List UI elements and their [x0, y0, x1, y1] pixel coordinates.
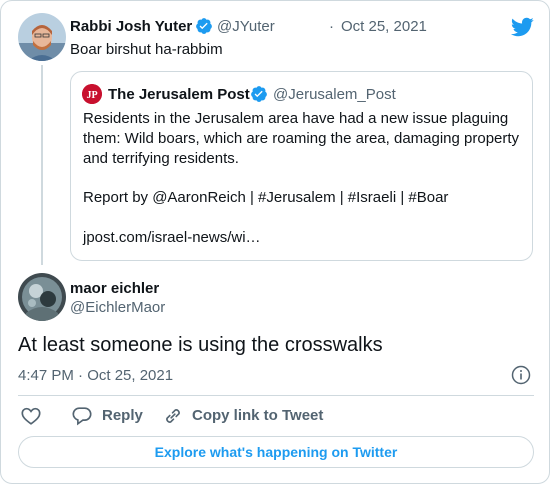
parent-date[interactable]: Oct 25, 2021: [341, 18, 427, 35]
quoted-author-name[interactable]: The Jerusalem Post: [108, 86, 250, 103]
avatar-maor-eichler[interactable]: [18, 273, 66, 321]
copy-link-button-label[interactable]: Copy link to Tweet: [192, 407, 323, 424]
main-author-name[interactable]: maor eichler: [70, 280, 159, 297]
quoted-text-line: them: Wild boars, which are roaming the …: [83, 130, 520, 147]
quoted-text-line: and terrifying residents.: [83, 150, 239, 167]
reply-button-label[interactable]: Reply: [102, 407, 143, 424]
quoted-text-line: Residents in the Jerusalem area have had…: [83, 110, 509, 127]
avatar-rabbi-josh-yuter[interactable]: [18, 13, 66, 61]
logo-letters: JP: [86, 90, 97, 101]
tweet-embed-card: Rabbi Josh Yuter @JYuter · Oct 25, 2021 …: [0, 0, 550, 484]
twitter-bird-icon[interactable]: [510, 15, 534, 39]
tweet-timestamp[interactable]: 4:47 PM · Oct 25, 2021: [18, 367, 173, 384]
jerusalem-post-logo-icon: JP: [82, 84, 102, 104]
quoted-report-line: Report by @AaronReich | #Jerusalem | #Is…: [83, 189, 449, 206]
main-tweet-text: At least someone is using the crosswalks: [18, 334, 383, 356]
info-icon[interactable]: [511, 365, 531, 385]
separator-dot: ·: [329, 18, 334, 35]
explore-twitter-button[interactable]: Explore what's happening on Twitter: [18, 436, 534, 468]
divider: [18, 395, 534, 396]
link-icon[interactable]: [162, 405, 184, 427]
quoted-tweet-text: Residents in the Jerusalem area have had…: [83, 109, 525, 169]
verified-badge-icon: [195, 17, 213, 35]
parent-author-handle[interactable]: @JYuter: [217, 18, 275, 35]
verified-badge-icon: [250, 85, 268, 103]
parent-author-name[interactable]: Rabbi Josh Yuter: [70, 18, 192, 35]
parent-tweet-text: Boar birshut ha-rabbim: [70, 41, 223, 58]
main-author-handle[interactable]: @EichlerMaor: [70, 299, 165, 316]
heart-icon[interactable]: [20, 405, 42, 427]
quoted-link[interactable]: jpost.com/israel-news/wi…: [83, 229, 261, 246]
reply-icon[interactable]: [71, 405, 93, 427]
quoted-author-handle[interactable]: @Jerusalem_Post: [273, 86, 396, 103]
thread-line: [41, 65, 43, 265]
